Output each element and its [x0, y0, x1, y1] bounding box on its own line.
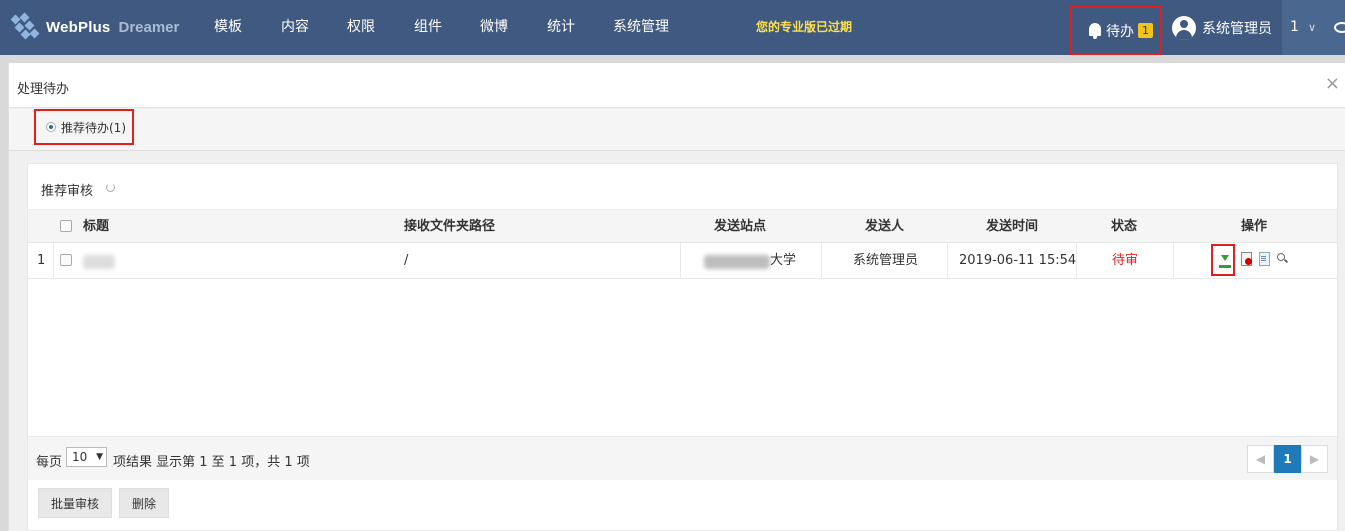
- site-number: 1: [1290, 19, 1299, 35]
- tab-label: 推荐待办(1): [61, 120, 126, 135]
- todo-modal: 处理待办 × 推荐待办(1) 推荐审核 标题 接收文件夹路径 发送站点 发送人 …: [8, 63, 1345, 531]
- eye-icon[interactable]: [1334, 22, 1345, 33]
- delete-button[interactable]: 删除: [119, 488, 170, 518]
- approve-button[interactable]: [1211, 244, 1235, 276]
- page-1-button[interactable]: 1: [1274, 445, 1301, 473]
- result-summary: 项结果 显示第 1 至 1 项，共 1 项: [113, 455, 310, 470]
- radio-selected-icon[interactable]: [46, 122, 56, 132]
- approve-icon: [1219, 254, 1231, 268]
- next-page-button[interactable]: ▶: [1301, 445, 1328, 473]
- site-switcher[interactable]: 1 ∨: [1282, 0, 1345, 55]
- cell-divider: [1173, 243, 1174, 279]
- row-index: 1: [37, 253, 46, 268]
- panel-title: 推荐审核: [41, 184, 94, 199]
- column-actions: 操作: [1241, 219, 1268, 234]
- column-time[interactable]: 发送时间: [986, 210, 1038, 243]
- column-path[interactable]: 接收文件夹路径: [404, 210, 495, 243]
- top-navbar: WebPlus Dreamer 模板 内容 权限 组件 微博 统计 系统管理 您…: [0, 0, 1345, 55]
- review-panel: 推荐审核 标题 接收文件夹路径 发送站点 发送人 发送时间 状态 操作 1 / …: [27, 163, 1338, 531]
- bell-icon: [1088, 22, 1102, 40]
- view-document-icon[interactable]: [1259, 252, 1271, 266]
- column-site[interactable]: 发送站点: [714, 210, 766, 243]
- pagination: ◀ 1 ▶: [1247, 445, 1328, 473]
- nav-item-weibo[interactable]: 微博: [480, 0, 508, 55]
- logo-text: WebPlus: [46, 18, 111, 36]
- user-name: 系统管理员: [1202, 20, 1272, 37]
- modal-header: 处理待办 ×: [9, 63, 1345, 108]
- column-sender[interactable]: 发送人: [865, 210, 904, 243]
- close-icon[interactable]: ×: [1325, 73, 1340, 94]
- row-site-suffix: 大学: [770, 253, 797, 268]
- expired-notice: 您的专业版已过期: [756, 20, 853, 34]
- cell-divider: [680, 243, 681, 279]
- caret-down-icon: ▼: [96, 452, 103, 462]
- tab-recommended-todo[interactable]: 推荐待办(1): [34, 109, 134, 145]
- tab-bar: 推荐待办(1): [9, 109, 1345, 151]
- table-row: 1 / 大学 系统管理员 2019-06-11 15:54 待审: [28, 243, 1337, 279]
- logo[interactable]: WebPlus Dreamer: [10, 12, 179, 42]
- cell-divider: [53, 243, 54, 279]
- reject-icon[interactable]: [1241, 252, 1253, 266]
- todo-count-badge: 1: [1138, 23, 1153, 38]
- row-title-redacted[interactable]: [83, 255, 115, 269]
- nav-item-components[interactable]: 组件: [414, 0, 442, 55]
- per-page-select[interactable]: 10 ▼: [66, 447, 107, 467]
- user-avatar-icon: [1172, 15, 1196, 40]
- column-title[interactable]: 标题: [83, 210, 109, 243]
- row-path: /: [404, 253, 409, 268]
- select-all-checkbox[interactable]: [60, 220, 72, 232]
- prev-page-button[interactable]: ◀: [1247, 445, 1274, 473]
- nav-item-templates[interactable]: 模板: [214, 0, 242, 55]
- chevron-down-icon: ∨: [1308, 21, 1317, 34]
- cell-divider: [821, 243, 822, 279]
- cell-divider: [1076, 243, 1077, 279]
- table-header: 标题 接收文件夹路径 发送站点 发送人 发送时间 状态 操作: [28, 209, 1337, 243]
- row-status: 待审: [1112, 253, 1139, 268]
- todo-label: 待办: [1106, 23, 1134, 40]
- table-footer: 每页 10 ▼ 项结果 显示第 1 至 1 项，共 1 项 ◀ 1 ▶: [28, 436, 1337, 480]
- row-time: 2019-06-11 15:54: [959, 253, 1077, 268]
- logo-icon: [10, 12, 40, 42]
- row-site-redacted: [704, 255, 770, 269]
- nav-item-content[interactable]: 内容: [281, 0, 309, 55]
- logo-subtext: Dreamer: [118, 18, 180, 36]
- column-status[interactable]: 状态: [1111, 210, 1137, 243]
- modal-title: 处理待办: [17, 82, 70, 97]
- row-sender: 系统管理员: [853, 253, 919, 268]
- search-icon[interactable]: [1277, 252, 1289, 266]
- nav-item-system-management[interactable]: 系统管理: [613, 0, 669, 55]
- per-page-label: 每页: [36, 455, 63, 470]
- nav-item-permissions[interactable]: 权限: [347, 0, 375, 55]
- nav-item-statistics[interactable]: 统计: [547, 0, 575, 55]
- todo-button[interactable]: 待办 1: [1070, 6, 1162, 55]
- user-menu[interactable]: 系统管理员: [1172, 0, 1272, 55]
- cell-divider: [947, 243, 948, 279]
- per-page-value: 10: [72, 450, 88, 464]
- row-checkbox[interactable]: [60, 254, 72, 266]
- batch-review-button[interactable]: 批量审核: [38, 488, 113, 518]
- refresh-icon[interactable]: [106, 183, 115, 192]
